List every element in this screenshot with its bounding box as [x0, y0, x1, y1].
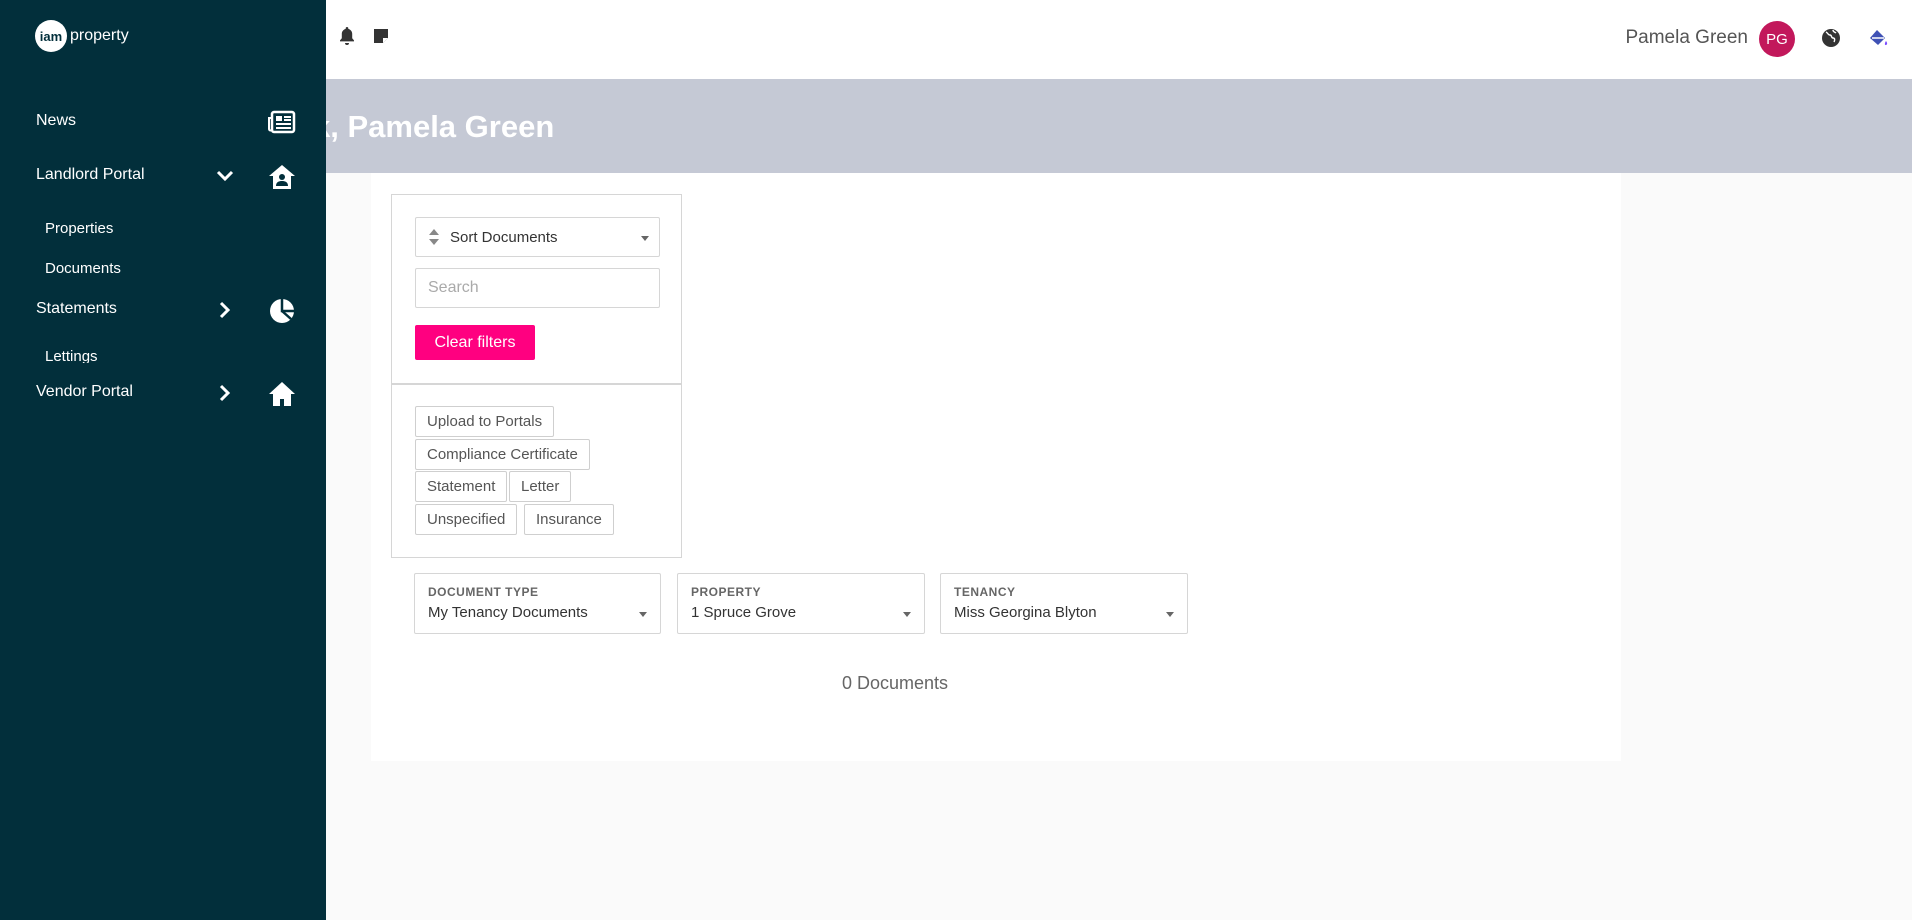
newspaper-icon [268, 110, 296, 138]
pie-chart-icon [268, 297, 296, 325]
tenancy-label: TENANCY [954, 585, 1016, 599]
document-count: 0 Documents [842, 673, 949, 693]
globe-icon[interactable] [1821, 28, 1843, 50]
tenancy-select[interactable]: TENANCY Miss Georgina Blyton [940, 573, 1188, 634]
sticky-note-icon[interactable] [371, 26, 391, 46]
paint-bucket-icon[interactable] [1866, 26, 1890, 50]
sidebar: iam property News Landlord Portal Proper… [0, 0, 326, 920]
chevron-right-icon[interactable] [215, 383, 235, 403]
document-type-label: DOCUMENT TYPE [428, 585, 539, 599]
user-name[interactable]: Pamela Green [1625, 27, 1748, 49]
sidebar-item-vendor-portal[interactable]: Vendor Portal [36, 383, 133, 401]
sidebar-item-documents[interactable]: Documents [45, 260, 121, 276]
avatar[interactable]: PG [1759, 21, 1795, 57]
sort-icon [428, 229, 440, 245]
tag-insurance[interactable]: Insurance [524, 504, 614, 535]
tag-upload-to-portals[interactable]: Upload to Portals [415, 406, 555, 437]
clear-filters-button[interactable]: Clear filters [415, 325, 535, 360]
document-type-select[interactable]: DOCUMENT TYPE My Tenancy Documents [414, 573, 661, 634]
home-icon [268, 380, 296, 408]
tag-compliance-certificate[interactable]: Compliance Certificate [415, 439, 590, 470]
caret-down-icon [1166, 612, 1174, 617]
logo-text: property [70, 27, 129, 44]
sort-documents-select[interactable]: Sort Documents [415, 217, 660, 257]
tag-unspecified[interactable]: Unspecified [415, 504, 518, 535]
tenancy-value: Miss Georgina Blyton [954, 604, 1097, 621]
sidebar-item-lettings[interactable]: Lettings [45, 348, 98, 363]
sidebar-item-properties[interactable]: Properties [45, 220, 113, 240]
property-label: PROPERTY [691, 585, 762, 599]
caret-down-icon [903, 612, 911, 617]
search-input[interactable] [415, 268, 660, 308]
sort-documents-label: Sort Documents [450, 228, 558, 246]
filter-panel: Sort Documents Clear filters Upload to P… [391, 194, 682, 558]
caret-down-icon [641, 236, 649, 241]
divider [392, 383, 681, 385]
property-select[interactable]: PROPERTY 1 Spruce Grove [677, 573, 925, 634]
tag-statement[interactable]: Statement [415, 471, 508, 502]
caret-down-icon [639, 612, 647, 617]
sidebar-item-statements[interactable]: Statements [36, 300, 117, 318]
tag-letter[interactable]: Letter [509, 471, 572, 502]
page-title: k, Pamela Green [313, 109, 555, 144]
property-value: 1 Spruce Grove [691, 604, 797, 621]
sidebar-item-news[interactable]: News [36, 112, 76, 130]
chevron-down-icon[interactable] [215, 166, 235, 186]
bell-icon[interactable] [337, 26, 357, 46]
document-type-value: My Tenancy Documents [428, 604, 588, 621]
logo[interactable]: iam property [35, 16, 145, 56]
house-user-icon [268, 163, 296, 191]
logo-badge: iam [35, 20, 67, 52]
sidebar-item-landlord-portal[interactable]: Landlord Portal [36, 166, 145, 184]
chevron-right-icon[interactable] [215, 300, 235, 320]
